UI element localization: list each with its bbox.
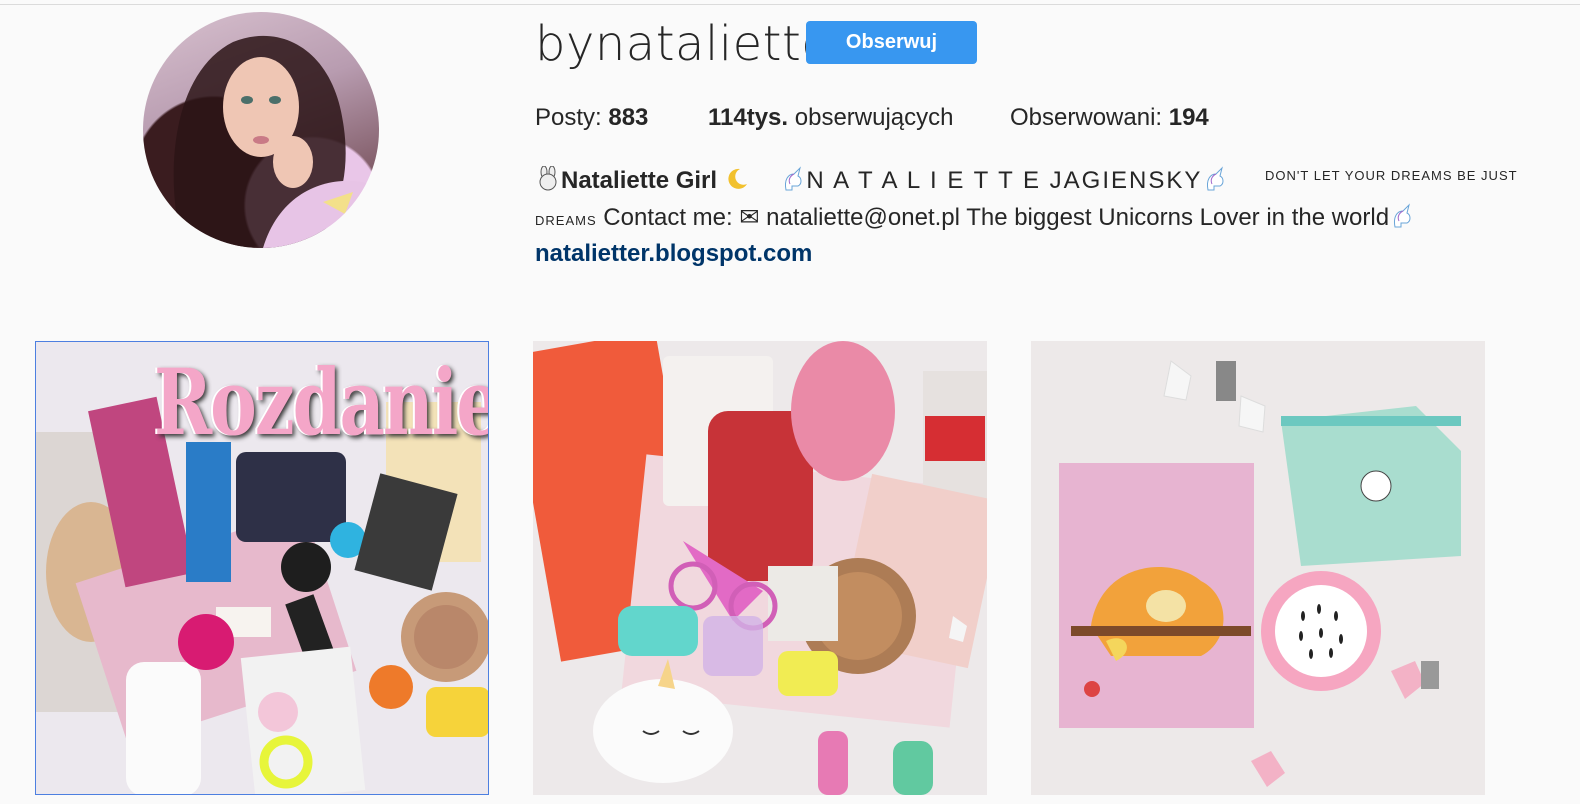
follow-button[interactable]: Obserwuj	[806, 21, 977, 64]
followers-value: 114tys.	[708, 104, 789, 131]
bio-spaced-name: N A T A L I E T T E JAGIENSKY	[806, 167, 1203, 194]
bio-line-2: DREAMS Contact me: ✉ nataliette@onet.pl …	[535, 203, 1415, 232]
profile-avatar[interactable]	[143, 12, 379, 248]
followers-count[interactable]: 114tys. obserwujących	[708, 104, 954, 132]
bio-dreams-text: DON'T LET YOUR DREAMS BE JUST	[1265, 168, 1518, 183]
avatar-photo-icon	[173, 35, 379, 248]
following-count[interactable]: Obserwowani: 194	[1010, 104, 1209, 132]
posts-value: 883	[608, 104, 649, 131]
bio-name: Nataliette Girl	[561, 167, 718, 194]
following-value: 194	[1168, 104, 1209, 131]
sloth-mask-photo-icon	[1031, 341, 1485, 795]
post-thumbnail-2[interactable]	[533, 341, 987, 795]
top-divider	[0, 4, 1580, 5]
post-title-overlay: Rozdanie!	[154, 348, 488, 456]
bio-website-link[interactable]: natalietter.blogspot.com	[535, 240, 812, 268]
unicorn-icon	[1207, 166, 1224, 191]
unicorn-icon	[1394, 203, 1411, 228]
unicorn-icon	[785, 166, 802, 191]
posts-label: Posty:	[535, 104, 609, 131]
crescent-moon-icon	[728, 168, 747, 189]
bio-contact: Contact me: ✉ nataliette@onet.pl The big…	[596, 204, 1390, 231]
post-thumbnail-3[interactable]	[1031, 341, 1485, 795]
bio-line-1: Nataliette Girl N A T A L I E T T E JAGI…	[535, 166, 1518, 195]
rabbit-icon	[539, 166, 557, 191]
bio-dreams-end: DREAMS	[535, 213, 597, 228]
following-label: Obserwowani:	[1010, 104, 1169, 131]
beauty-box-photo-icon	[533, 341, 987, 795]
posts-count[interactable]: Posty: 883	[535, 104, 648, 132]
username: bynataliette	[535, 16, 832, 72]
followers-label: obserwujących	[788, 104, 954, 131]
post-thumbnail-1[interactable]: Rozdanie!	[35, 341, 489, 795]
